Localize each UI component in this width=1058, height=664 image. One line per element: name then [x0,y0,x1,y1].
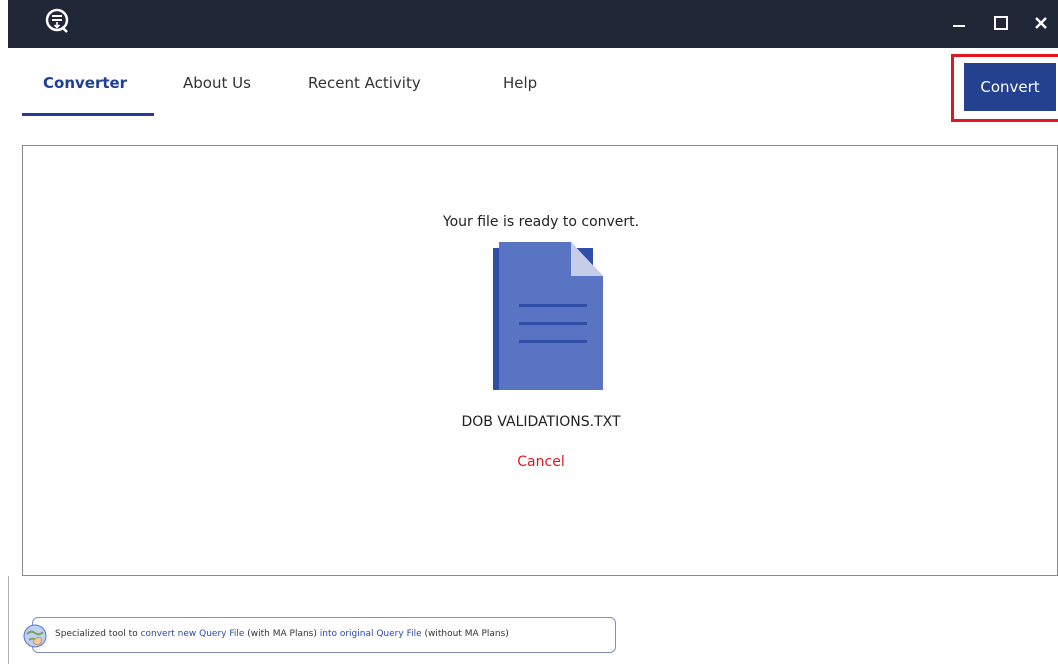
footer-text-1: Specialized tool to [55,629,141,639]
window-left-edge [0,0,8,664]
footer-link-convert[interactable]: convert new Query File [141,629,245,639]
footer-link-original[interactable]: into original Query File [320,629,422,639]
active-tab-indicator [22,113,154,116]
tab-converter[interactable]: Converter [43,74,127,92]
tab-help[interactable]: Help [503,74,537,92]
file-name: DOB VALIDATIONS.TXT [461,414,621,430]
top-nav: Converter About Us Recent Activity Help [8,48,1058,120]
status-text: Your file is ready to convert. [442,214,640,230]
title-bar [8,0,1058,48]
footer-text-2: (with MA Plans) [244,629,320,639]
footer-text: Specialized tool to convert new Query Fi… [55,629,509,639]
window-frame-line [8,576,9,664]
tab-recent-activity[interactable]: Recent Activity [308,74,421,92]
minimize-icon[interactable] [944,8,974,38]
footer-text-3: (without MA Plans) [421,629,509,639]
file-panel: Your file is ready to convert. DOB VALID… [22,145,1058,576]
app-logo-icon [44,8,70,34]
globe-hand-icon [21,622,49,650]
document-icon [489,242,605,398]
maximize-icon[interactable] [986,8,1016,38]
convert-button[interactable]: Convert [964,63,1056,111]
cancel-link[interactable]: Cancel [23,454,1058,470]
close-icon[interactable] [1026,8,1056,38]
footer-banner: Specialized tool to convert new Query Fi… [23,617,616,653]
tab-about-us[interactable]: About Us [183,74,251,92]
